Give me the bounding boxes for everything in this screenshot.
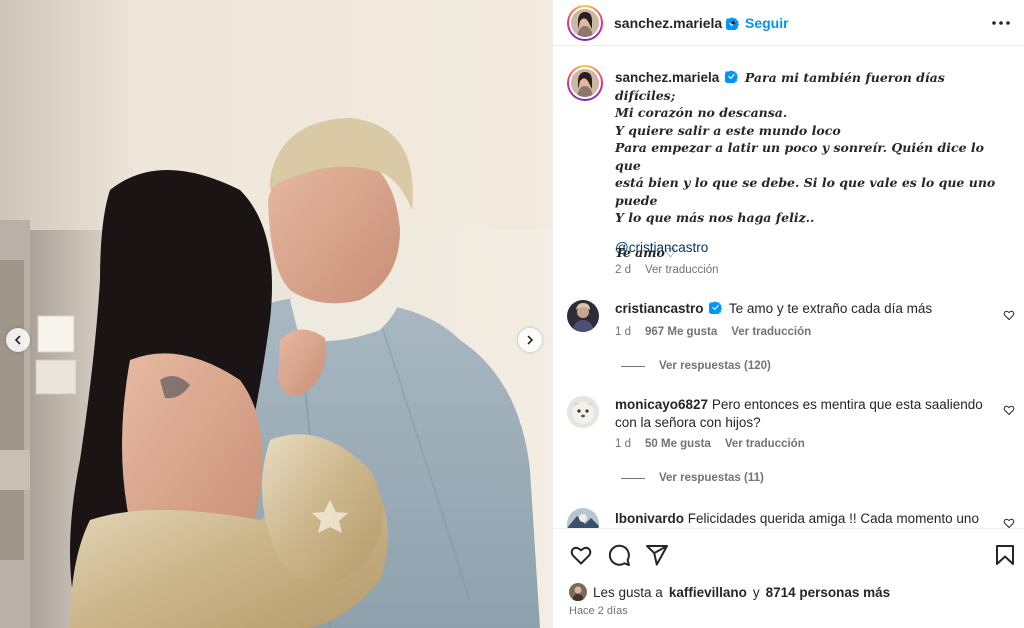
comment-avatar[interactable] (567, 396, 599, 428)
post-photo[interactable] (0, 0, 552, 628)
caption-line: puede (615, 192, 658, 208)
post-image (0, 0, 552, 628)
avatar-image (571, 9, 599, 37)
comment-meta: 1 d 967 Me gusta Ver traducción (615, 326, 811, 338)
comment-like-icon[interactable] (1003, 404, 1015, 416)
replies-line (621, 365, 645, 367)
caption-username[interactable]: sanchez.mariela (615, 70, 719, 85)
replies-label: Ver respuestas (120) (659, 360, 771, 372)
carousel-prev-button[interactable] (6, 328, 30, 352)
bookmark-icon[interactable] (993, 543, 1017, 567)
avatar-image (567, 508, 599, 528)
avatar-image (567, 300, 599, 332)
likes-summary: Les gusta a kaffievillano y 8714 persona… (569, 583, 890, 601)
post-time-ago[interactable]: Hace 2 días (569, 605, 628, 617)
likes-connector: y (752, 584, 760, 600)
comment-avatar[interactable] (567, 300, 599, 332)
comment-username[interactable]: monicayo6827 (615, 397, 708, 412)
comment-icon[interactable] (607, 543, 631, 567)
likes-others[interactable]: 8714 personas más (766, 585, 891, 600)
likes-prefix: Les gusta a (593, 584, 663, 600)
follow-button[interactable]: Seguir (745, 15, 789, 31)
comment-translate-button[interactable]: Ver traducción (731, 326, 811, 338)
comment-like-icon[interactable] (1003, 309, 1015, 321)
comment-username[interactable]: lbonivardo (615, 511, 684, 526)
comment-item: lbonivardo Felicidades querida amiga !! … (567, 508, 1017, 528)
comment-avatar[interactable] (567, 508, 599, 528)
caption-line: Y lo que más nos haga feliz.. (615, 210, 815, 225)
caption-translate-button[interactable]: Ver traducción (645, 264, 719, 276)
comment-text: monicayo6827 Pero entonces es mentira qu… (615, 396, 995, 432)
avatar-image (567, 396, 599, 428)
caption-time[interactable]: 2 d (615, 264, 631, 276)
replies-line (621, 477, 645, 479)
caption-meta: 2 d Ver traducción (615, 264, 719, 276)
caption-line: Y quiere salir a este mundo loco (615, 122, 841, 138)
post-side-panel: sanchez.mariela • Seguir sanchez.mariela (552, 0, 1024, 628)
comment-likes[interactable]: 50 Me gusta (645, 438, 711, 450)
post-actions: Les gusta a kaffievillano y 8714 persona… (553, 528, 1024, 628)
verified-badge-icon (725, 70, 739, 83)
comment-like-icon[interactable] (1003, 517, 1015, 528)
more-icon (992, 21, 1010, 25)
chevron-right-icon (527, 335, 534, 345)
avatar-image (571, 69, 599, 97)
comment-time[interactable]: 1 d (615, 438, 631, 450)
comment-meta: 1 d 50 Me gusta Ver traducción (615, 438, 805, 450)
share-icon[interactable] (645, 543, 669, 567)
comment-translate-button[interactable]: Ver traducción (725, 438, 805, 450)
comment-time[interactable]: 1 d (615, 326, 631, 338)
post-author-name[interactable]: sanchez.mariela (614, 15, 722, 31)
likes-first-user[interactable]: kaffievillano (669, 585, 747, 600)
avatar[interactable] (567, 5, 603, 41)
comment-body: Te amo y te extraño cada día más (728, 301, 933, 316)
caption-avatar[interactable] (567, 65, 603, 101)
verified-badge-icon (709, 301, 723, 314)
carousel-next-button[interactable] (518, 328, 542, 352)
caption-mention-link[interactable]: @cristiancastro (615, 240, 708, 255)
avatar-image (569, 583, 587, 601)
post-author[interactable]: sanchez.mariela (614, 15, 740, 31)
view-replies-button[interactable]: Ver respuestas (120) (621, 360, 771, 372)
caption-line: está bien y lo que se debe. Si lo que va… (615, 175, 996, 190)
liker-avatar[interactable] (569, 583, 587, 601)
heart-icon[interactable] (569, 543, 593, 567)
post-header: sanchez.mariela • Seguir (553, 0, 1024, 46)
caption-line: Para empezar a latir un poco y sonreír. … (615, 140, 989, 173)
replies-label: Ver respuestas (11) (659, 472, 764, 484)
view-replies-button[interactable]: Ver respuestas (11) (621, 472, 764, 484)
comment-likes[interactable]: 967 Me gusta (645, 326, 717, 338)
caption-line: Mi corazón no descansa. (615, 105, 788, 120)
comment-text: cristiancastro Te amo y te extraño cada … (615, 300, 995, 318)
caption: sanchez.mariela Para mi también fueron d… (615, 69, 1007, 262)
separator-dot: • (731, 14, 736, 30)
comment-username[interactable]: cristiancastro (615, 301, 704, 316)
comment-text: lbonivardo Felicidades querida amiga !! … (615, 510, 995, 528)
more-options-button[interactable] (991, 14, 1011, 32)
comment-body: Felicidades querida amiga !! Cada moment… (687, 511, 979, 526)
chevron-left-icon (14, 335, 21, 345)
